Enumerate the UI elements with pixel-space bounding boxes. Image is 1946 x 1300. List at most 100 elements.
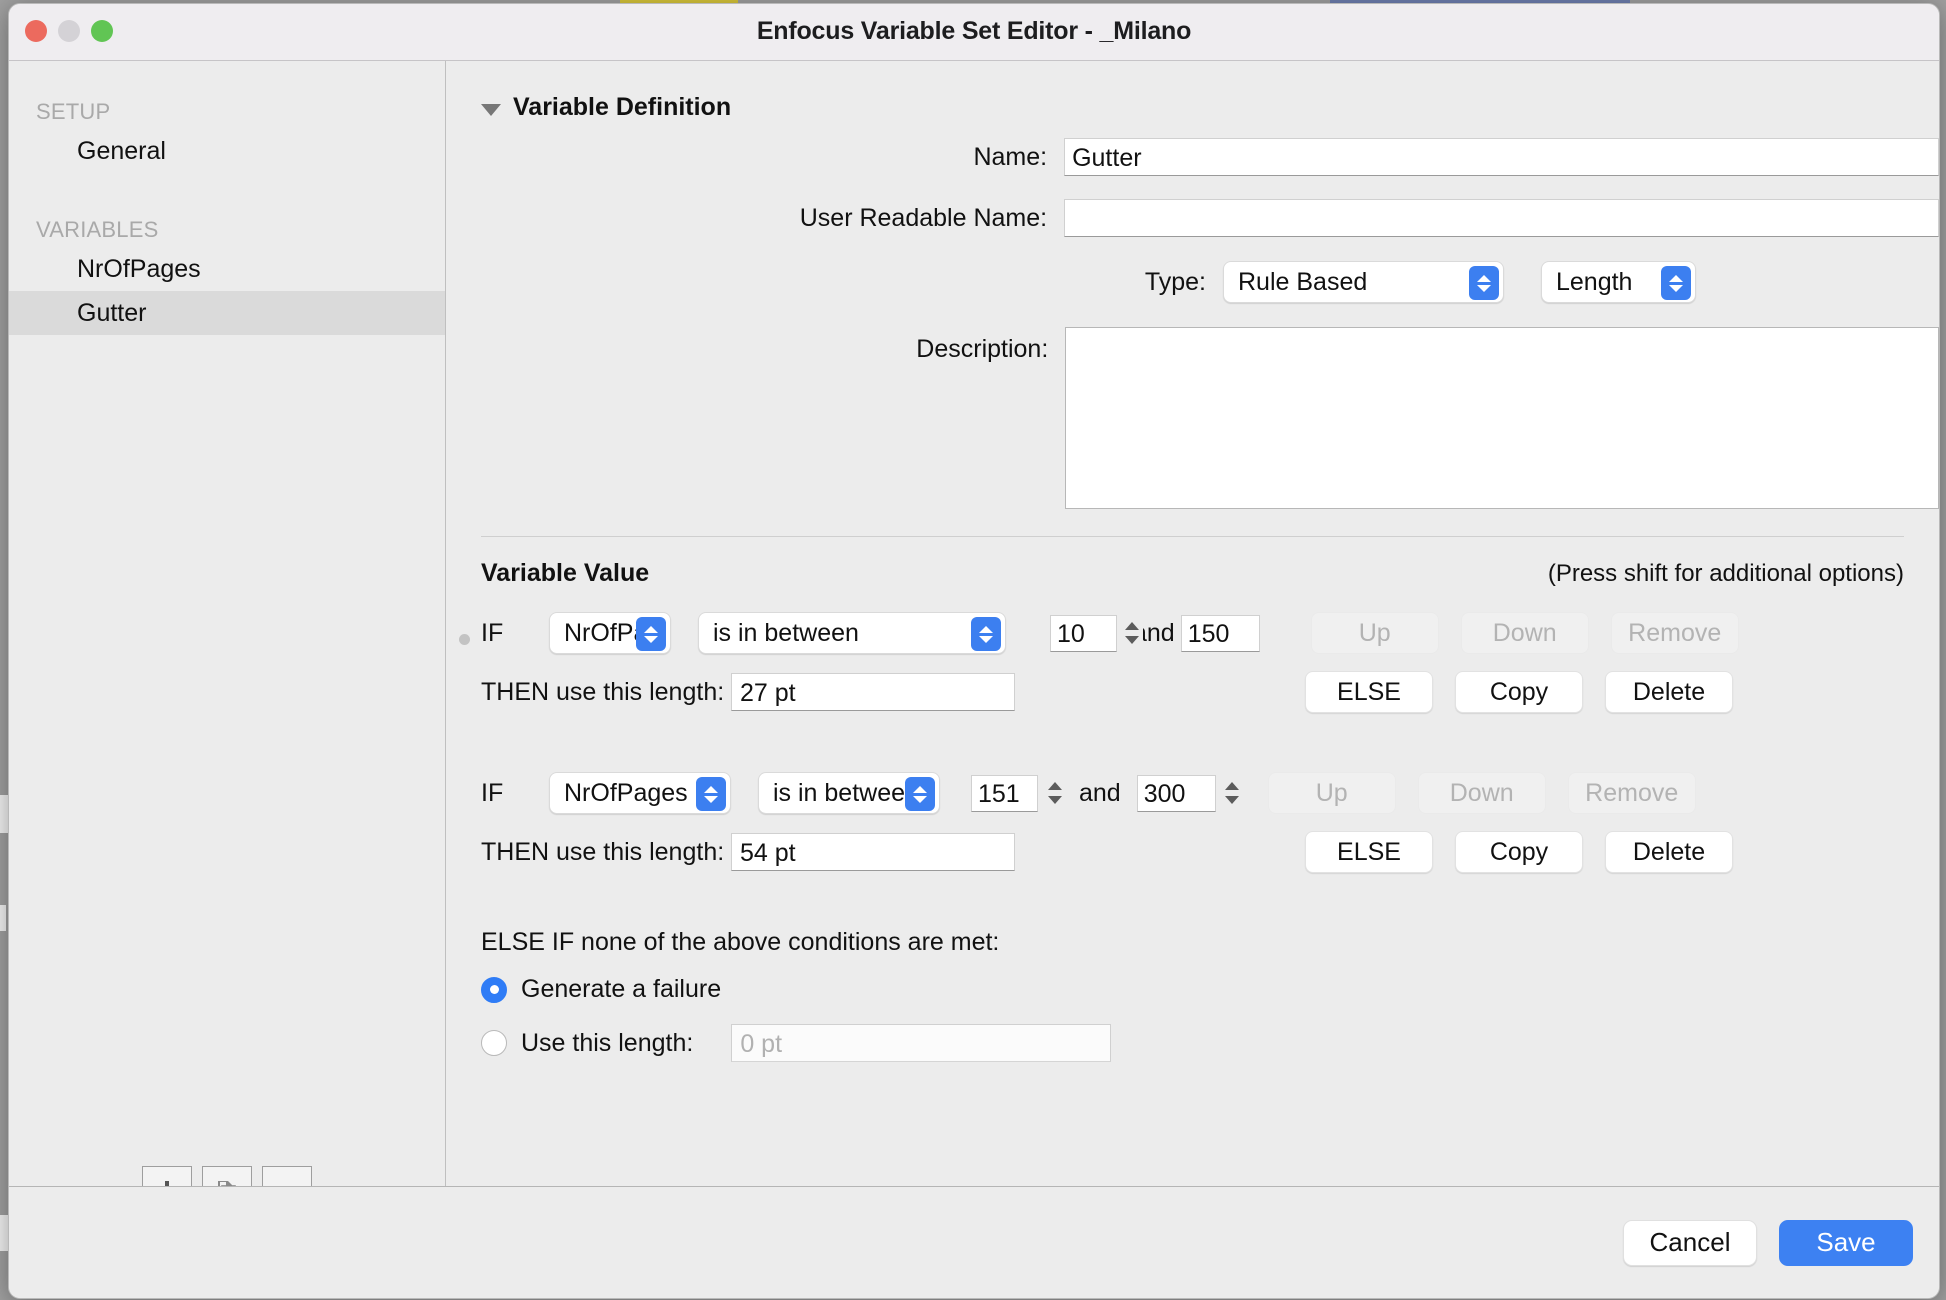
rule-2-if-row: IF NrOfPages is in between 151 and 300 U… [481, 762, 1939, 824]
window-title: Enfocus Variable Set Editor - _Milano [756, 17, 1192, 45]
rule-1-variable-select[interactable]: NrOfPa [549, 612, 671, 654]
radio-use-length[interactable] [481, 1030, 507, 1056]
type-select-value: Rule Based [1238, 267, 1368, 296]
rule-1-value-from-input[interactable]: 10 [1050, 614, 1117, 652]
rule-2-value-from-input[interactable]: 151 [971, 774, 1038, 812]
rule-2-order-buttons: Up Down Remove [1267, 772, 1696, 814]
window-titlebar: Enfocus Variable Set Editor - _Milano [9, 4, 1939, 61]
rule-2-operator-value: is in between [773, 778, 919, 807]
description-textarea[interactable] [1065, 327, 1939, 509]
user-readable-name-label: User Readable Name: [799, 203, 1048, 232]
screen: Enfocus Variable Set Editor - _Milano SE… [0, 0, 1946, 1300]
rule-1-remove-button[interactable]: Remove [1610, 612, 1739, 654]
rule-2-value-from-stepper[interactable] [1043, 771, 1066, 815]
dialog-footer: Cancel Save [9, 1186, 1939, 1298]
rule-2-variable-select[interactable]: NrOfPages [549, 772, 731, 814]
fallback-title: ELSE IF none of the above conditions are… [481, 928, 1000, 956]
rule-1-variable-value: NrOfPa [564, 618, 648, 647]
rule-1-action-buttons: ELSE Copy Delete [1305, 671, 1733, 713]
rule-2-then-label: THEN use this length: [481, 837, 725, 866]
variable-definition-title: Variable Definition [513, 93, 732, 121]
radio-generate-failure[interactable] [481, 976, 507, 1003]
radio-use-length-label: Use this length: [521, 1028, 694, 1057]
sidebar-item-gutter[interactable]: Gutter [9, 291, 445, 335]
type-select[interactable]: Rule Based [1223, 261, 1504, 303]
type-label: Type: [1144, 267, 1206, 296]
detail-pane: Variable Definition Name: Gutter User Re… [446, 61, 1939, 1242]
variable-definition-header[interactable]: Variable Definition [446, 61, 1939, 122]
name-input[interactable]: Gutter [1064, 138, 1939, 176]
fallback-section: ELSE IF none of the above conditions are… [446, 880, 1939, 1062]
rule-2-up-button[interactable]: Up [1267, 772, 1396, 814]
sidebar-group-variables-label: VARIABLES [36, 217, 159, 242]
rule-2-value-to-stepper[interactable] [1220, 771, 1244, 815]
rule-1-if-row: IF NrOfPa is in between 10 and 150 Up Do… [481, 602, 1939, 664]
sidebar-list: SETUP General VARIABLES NrOfPages Gutter [9, 61, 445, 1166]
variable-set-editor-window: Enfocus Variable Set Editor - _Milano SE… [8, 3, 1940, 1299]
rule-1-then-label: THEN use this length: [481, 677, 725, 706]
background-strip-left-1 [0, 795, 8, 833]
rule-1-operator-select[interactable]: is in between [698, 612, 1006, 654]
name-label: Name: [973, 142, 1048, 171]
datatype-select-chevron-icon [1661, 266, 1691, 300]
rule-2-action-buttons: ELSE Copy Delete [1305, 831, 1733, 873]
rule-2-copy-button[interactable]: Copy [1455, 831, 1583, 873]
rule-1-copy-button[interactable]: Copy [1455, 671, 1583, 713]
shift-hint: (Press shift for additional options) [1547, 560, 1904, 587]
cancel-button[interactable]: Cancel [1623, 1219, 1757, 1266]
background-strip-left-3 [0, 1215, 8, 1251]
rule-2-value-to-input[interactable]: 300 [1136, 774, 1216, 812]
sidebar-item-general[interactable]: General [9, 129, 445, 173]
rule-2-then-row: THEN use this length: 54 pt ELSE Copy De… [481, 824, 1939, 880]
rule-row-1: IF NrOfPa is in between 10 and 150 Up Do… [446, 602, 1939, 720]
fallback-option-length[interactable]: Use this length: 0 pt [481, 1024, 1939, 1062]
sidebar-item-nrofpages[interactable]: NrOfPages [9, 247, 445, 291]
datatype-select-value: Length [1556, 267, 1633, 296]
rule-1-down-button[interactable]: Down [1460, 612, 1589, 654]
background-strip-left-2 [0, 905, 6, 931]
description-row: Description: [446, 327, 1939, 509]
rule-2-else-button[interactable]: ELSE [1305, 831, 1433, 873]
name-row: Name: Gutter [446, 138, 1939, 176]
rule-1-if-label: IF [481, 618, 504, 647]
rule-2-if-label: IF [481, 778, 504, 807]
rule-2-delete-button[interactable]: Delete [1605, 831, 1733, 873]
rule-1-operator-chevron-icon [971, 617, 1001, 651]
rule-2-remove-button[interactable]: Remove [1567, 772, 1696, 814]
rule-2-down-button[interactable]: Down [1417, 772, 1546, 814]
save-button[interactable]: Save [1779, 1219, 1913, 1266]
radio-generate-failure-label: Generate a failure [521, 975, 722, 1003]
rule-drag-handle-1[interactable] [459, 634, 470, 645]
rule-row-2: IF NrOfPages is in between 151 and 300 U… [446, 762, 1939, 880]
rule-1-then-row: THEN use this length: 27 pt ELSE Copy De… [481, 664, 1939, 720]
rule-2-operator-chevron-icon [905, 777, 935, 811]
rule-1-else-button[interactable]: ELSE [1305, 671, 1433, 713]
rule-1-delete-button[interactable]: Delete [1605, 671, 1733, 713]
disclosure-triangle-icon[interactable] [481, 103, 501, 116]
window-body: SETUP General VARIABLES NrOfPages Gutter [9, 61, 1939, 1242]
datatype-select[interactable]: Length [1541, 261, 1696, 303]
type-row: Type: Rule Based Length [446, 261, 1939, 303]
rule-1-operator-value: is in between [713, 618, 859, 647]
user-readable-name-row: User Readable Name: [446, 199, 1939, 237]
rule-2-variable-chevron-icon [696, 777, 726, 811]
fallback-length-input[interactable]: 0 pt [731, 1024, 1112, 1062]
rule-1-value-from-stepper[interactable] [1120, 611, 1143, 655]
rule-1-order-buttons: Up Down Remove [1310, 612, 1739, 654]
rule-2-length-input[interactable]: 54 pt [731, 833, 1015, 871]
rule-1-length-input[interactable]: 27 pt [731, 673, 1015, 711]
rule-1-up-button[interactable]: Up [1310, 612, 1439, 654]
sidebar-group-setup-label: SETUP [36, 99, 111, 124]
description-label: Description: [916, 335, 1049, 363]
user-readable-name-input[interactable] [1064, 199, 1939, 237]
rule-2-operator-select[interactable]: is in between [758, 772, 940, 814]
rule-2-variable-value: NrOfPages [564, 778, 688, 807]
rule-1-value-to-input[interactable]: 150 [1180, 614, 1260, 652]
variable-value-header: Variable Value (Press shift for addition… [446, 537, 1939, 588]
variable-value-title: Variable Value [481, 559, 650, 587]
type-select-chevron-icon [1469, 266, 1499, 300]
rule-1-variable-chevron-icon [636, 617, 666, 651]
rule-2-and-label: and [1079, 778, 1121, 807]
fallback-option-failure[interactable]: Generate a failure [481, 975, 1939, 1004]
